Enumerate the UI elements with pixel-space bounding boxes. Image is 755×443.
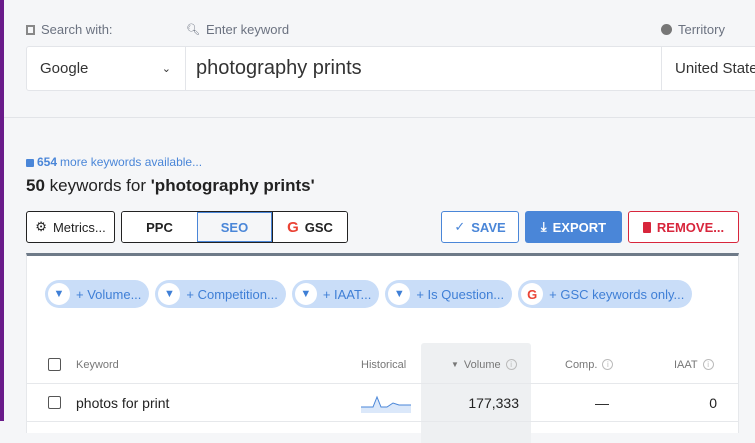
results-middle: keywords for bbox=[49, 176, 147, 195]
save-button[interactable]: ✓ SAVE bbox=[441, 211, 519, 243]
lock-icon bbox=[26, 159, 34, 167]
info-icon[interactable]: i bbox=[702, 359, 714, 370]
filter-volume[interactable]: ▼ + Volume... bbox=[45, 280, 150, 308]
google-icon: G bbox=[287, 218, 299, 236]
save-label: SAVE bbox=[471, 219, 506, 235]
export-button[interactable]: ⤓ EXPORT bbox=[525, 211, 622, 243]
table-header: Keyword Historical ▼ Volume i Comp. i IAAT i bbox=[27, 346, 738, 384]
header-volume[interactable]: ▼ Volume i bbox=[451, 346, 517, 383]
search-bar: Google ⌄ photography prints United States bbox=[26, 46, 755, 91]
filter-icon: ▼ bbox=[158, 283, 181, 305]
remove-label: REMOVE... bbox=[656, 219, 725, 235]
header-iaat[interactable]: IAAT i bbox=[674, 346, 714, 383]
filter-label: + Competition... bbox=[186, 286, 278, 302]
globe-icon bbox=[661, 24, 672, 35]
engine-select[interactable]: Google ⌄ bbox=[27, 47, 186, 90]
keyword-input[interactable]: photography prints bbox=[186, 47, 662, 90]
tab-gsc[interactable]: G GSC bbox=[272, 212, 347, 242]
keyword-label-text: Enter keyword bbox=[205, 22, 290, 37]
territory-label-text: Territory bbox=[678, 22, 725, 37]
header-iaat-label: IAAT bbox=[674, 358, 698, 371]
filter-label: + Is Question... bbox=[416, 286, 505, 302]
sidebar-edge bbox=[0, 0, 4, 421]
header-comp-label: Comp. bbox=[565, 358, 598, 371]
check-icon: ✓ bbox=[454, 219, 466, 234]
select-all-checkbox[interactable] bbox=[48, 358, 61, 371]
divider bbox=[4, 117, 755, 118]
row-iaat: 0 bbox=[709, 394, 717, 411]
filter-icon: ▼ bbox=[388, 283, 411, 305]
results-heading: 50 keywords for 'photography prints' bbox=[26, 176, 315, 196]
filter-is-question[interactable]: ▼ + Is Question... bbox=[385, 280, 513, 308]
filter-label: + Volume... bbox=[76, 286, 142, 302]
search-icon: 🔍︎ bbox=[186, 24, 200, 36]
export-label: EXPORT bbox=[552, 219, 607, 235]
table-row[interactable]: photos for print 177,333 — 0 bbox=[27, 384, 738, 422]
results-panel: ▼ + Volume... ▼ + Competition... ▼ + IAAT..… bbox=[26, 253, 739, 443]
search-with-label: Search with: bbox=[26, 22, 113, 37]
filter-label: + GSC keywords only... bbox=[549, 286, 685, 302]
mode-tabs: PPC SEO G GSC bbox=[121, 211, 348, 243]
engine-icon bbox=[26, 24, 35, 35]
filter-icon: ▼ bbox=[294, 283, 317, 305]
row-volume: 177,333 bbox=[468, 394, 519, 411]
metrics-label: Metrics... bbox=[52, 219, 106, 235]
info-icon[interactable]: i bbox=[505, 359, 517, 370]
trash-icon bbox=[642, 221, 651, 233]
chevron-down-icon: ⌄ bbox=[161, 63, 171, 75]
filter-iaat[interactable]: ▼ + IAAT... bbox=[291, 280, 380, 308]
google-icon: G bbox=[521, 283, 544, 305]
header-keyword[interactable]: Keyword bbox=[76, 346, 119, 383]
historical-sparkline bbox=[361, 384, 411, 421]
row-comp: — bbox=[595, 394, 609, 411]
header-historical: Historical bbox=[361, 358, 407, 371]
tab-seo[interactable]: SEO bbox=[197, 212, 272, 242]
results-count: 50 bbox=[26, 176, 45, 195]
tab-seo-label: SEO bbox=[220, 219, 249, 235]
filter-icon: ▼ bbox=[48, 283, 70, 305]
tab-ppc[interactable]: PPC bbox=[122, 212, 197, 242]
header-volume-label: Volume bbox=[463, 358, 501, 371]
download-icon: ⤓ bbox=[540, 219, 547, 234]
more-keywords-link[interactable]: 654 more keywords available... bbox=[26, 155, 202, 169]
filter-chips: ▼ + Volume... ▼ + Competition... ▼ + IAAT..… bbox=[45, 280, 693, 308]
engine-value: Google bbox=[40, 60, 89, 77]
keyword-label: 🔍︎ Enter keyword bbox=[186, 22, 289, 37]
search-with-text: Search with: bbox=[41, 22, 113, 37]
gear-icon: ⚙ bbox=[35, 219, 47, 234]
tab-ppc-label: PPC bbox=[146, 219, 173, 235]
tab-gsc-label: GSC bbox=[304, 219, 333, 235]
filter-competition[interactable]: ▼ + Competition... bbox=[155, 280, 286, 308]
more-count: 654 bbox=[37, 155, 58, 169]
info-icon[interactable]: i bbox=[602, 359, 614, 370]
filter-gsc-only[interactable]: G + GSC keywords only... bbox=[518, 280, 693, 308]
sort-desc-icon: ▼ bbox=[451, 360, 459, 369]
territory-select[interactable]: United States bbox=[662, 47, 755, 90]
row-checkbox[interactable] bbox=[48, 396, 61, 409]
more-text: more keywords available... bbox=[60, 155, 203, 169]
remove-button[interactable]: REMOVE... bbox=[628, 211, 739, 243]
filter-label: + IAAT... bbox=[322, 286, 372, 302]
header-comp[interactable]: Comp. i bbox=[565, 346, 614, 383]
results-query: 'photography prints' bbox=[150, 176, 315, 195]
territory-label: Territory bbox=[661, 22, 725, 37]
row-keyword: photos for print bbox=[76, 394, 170, 411]
metrics-button[interactable]: ⚙ Metrics... bbox=[26, 211, 115, 243]
